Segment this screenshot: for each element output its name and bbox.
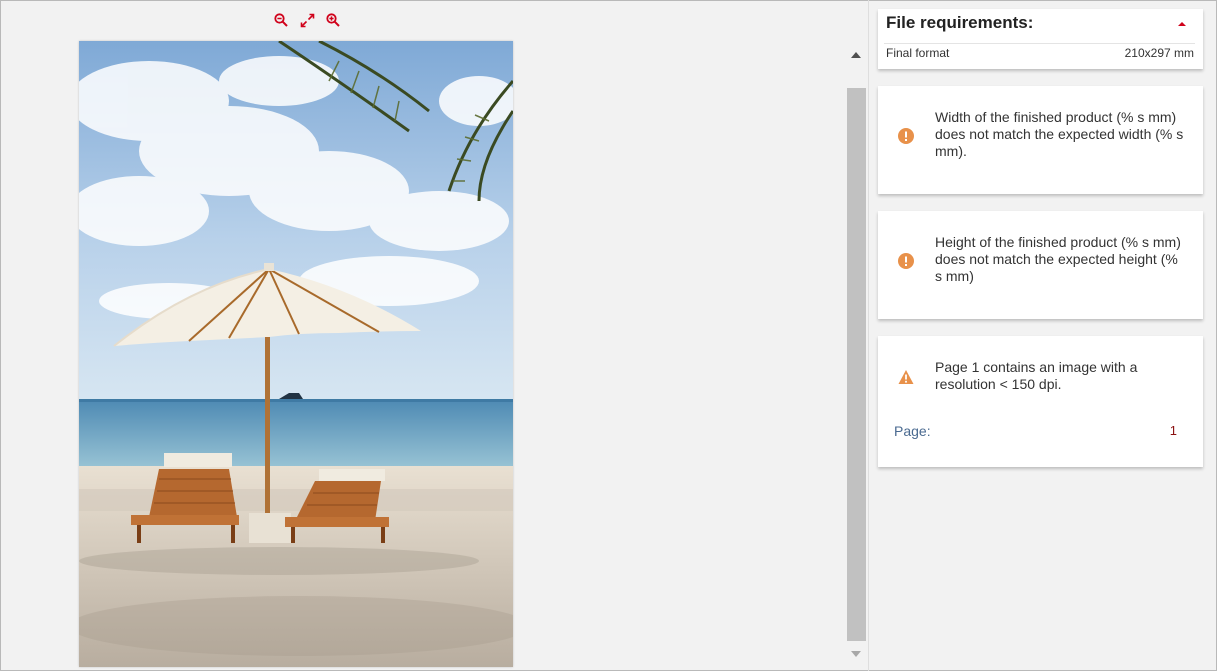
final-format-value: 210x297 mm [1124,46,1194,60]
panel-divider [868,0,869,671]
page-preview [79,41,513,667]
message-text: Page 1 contains an image with a resoluti… [935,359,1138,392]
zoom-out-icon [274,13,288,27]
requirements-divider [884,43,1195,44]
zoom-in-icon [326,13,340,27]
viewer-toolbar [272,11,342,31]
file-requirements-card: File requirements: Final format 210x297 … [878,9,1203,69]
message-card-width: Width of the finished product (% s mm) d… [878,86,1203,194]
error-icon [898,253,914,269]
beach-photo [79,41,513,667]
message-card-height: Height of the finished product (% s mm) … [878,211,1203,319]
message-card-resolution: Page 1 contains an image with a resoluti… [878,336,1203,467]
message-text: Height of the finished product (% s mm) … [935,234,1181,284]
scroll-down-arrow[interactable] [849,648,863,660]
fullscreen-icon [300,13,314,27]
error-icon [898,128,914,144]
caret-up-icon[interactable] [1177,20,1187,28]
zoom-out-button[interactable] [272,11,290,29]
zoom-in-button[interactable] [324,11,342,29]
fullscreen-button[interactable] [298,11,316,29]
message-text: Width of the finished product (% s mm) d… [935,109,1184,159]
page-label: Page: [894,423,931,439]
final-format-label: Final format [886,46,950,60]
file-requirements-title: File requirements: [886,13,1034,32]
page-value[interactable]: 1 [1170,423,1177,438]
scrollbar-track[interactable] [847,64,866,645]
warning-icon [898,370,914,384]
scrollbar-thumb[interactable] [847,88,866,641]
scroll-up-arrow[interactable] [849,49,863,61]
